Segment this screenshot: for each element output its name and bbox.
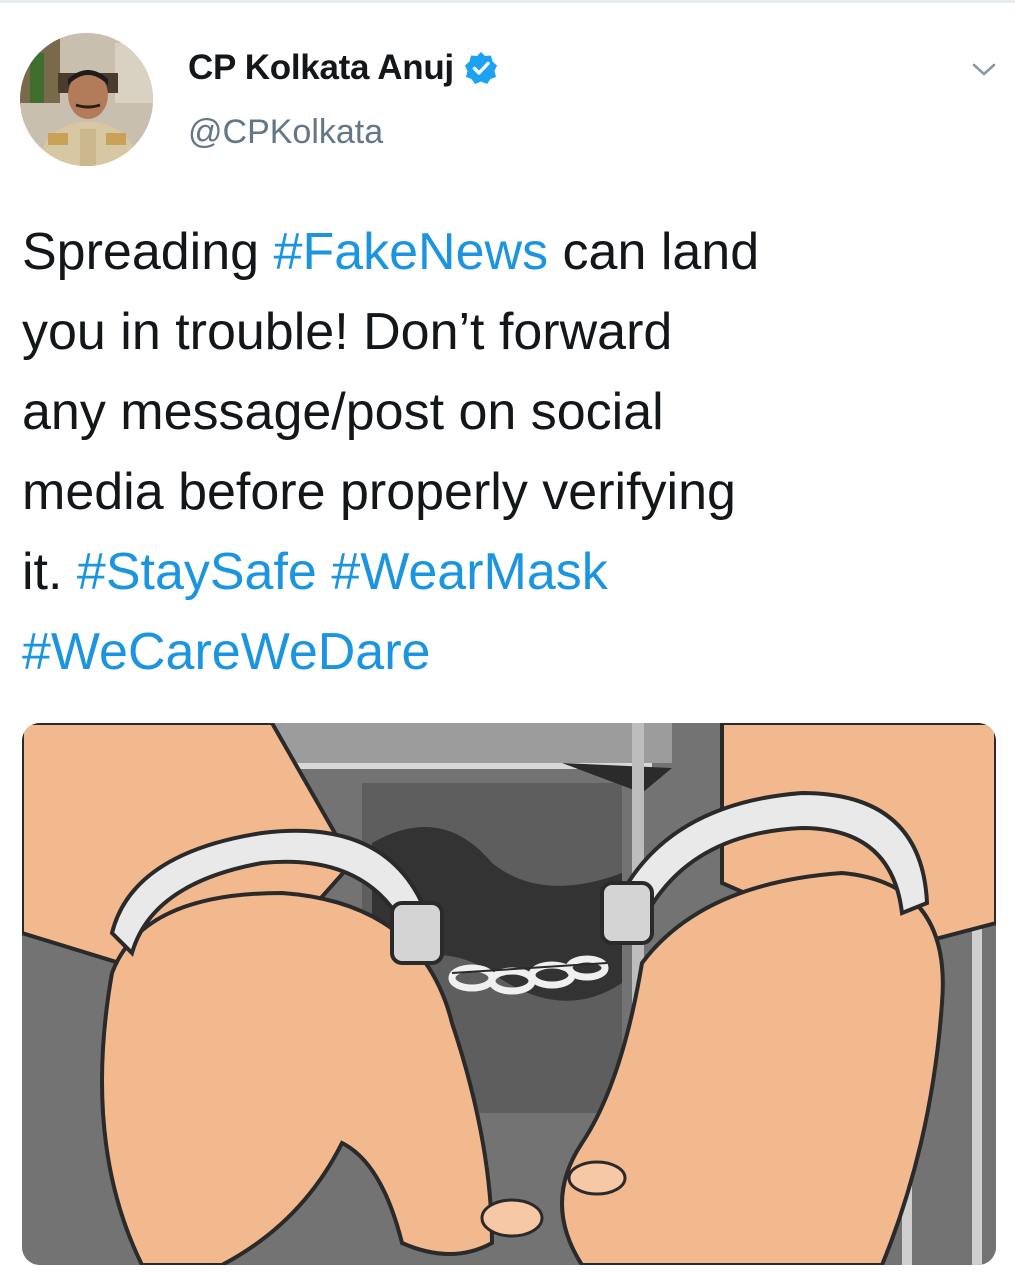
tweet-media-image[interactable]: [22, 723, 996, 1265]
tweet-text-line: it. #StaySafe #WearMask: [22, 532, 982, 612]
tweet-text-segment: you in trouble! Don’t forward: [22, 303, 673, 361]
tweet-text-line: Spreading #FakeNews can land: [22, 212, 982, 292]
officer-portrait-avatar-icon: [20, 33, 153, 166]
top-divider: [0, 0, 1015, 3]
author-display-name[interactable]: CP Kolkata Anuj: [188, 48, 454, 88]
tweet-text-line: any message/post on social: [22, 372, 982, 452]
tweet-menu-button[interactable]: [968, 56, 1000, 84]
hashtag-link[interactable]: #FakeNews: [274, 223, 549, 281]
hashtag-link[interactable]: #WearMask: [331, 543, 607, 601]
author-handle[interactable]: @CPKolkata: [188, 113, 383, 152]
tweet-text-segment: media before properly verifying: [22, 463, 736, 521]
tweet-text-segment: Spreading: [22, 223, 274, 281]
tweet-text-segment: can land: [548, 223, 760, 281]
tweet-text-segment: it.: [22, 543, 77, 601]
verified-badge-icon: [464, 52, 497, 84]
tweet-text-segment: any message/post on social: [22, 383, 664, 441]
avatar[interactable]: [20, 33, 153, 166]
tweet-text-segment: [317, 543, 331, 601]
tweet-text-line: you in trouble! Don’t forward: [22, 292, 982, 372]
tweet-text: Spreading #FakeNews can land you in troub…: [22, 212, 982, 692]
tweet-text-line: #WeCareWeDare: [22, 612, 982, 692]
hashtag-link[interactable]: #WeCareWeDare: [22, 623, 430, 681]
author-name-row[interactable]: CP Kolkata Anuj: [188, 48, 498, 88]
chevron-down-icon: [972, 63, 996, 76]
handcuffed-hands-illustration-icon: [22, 723, 996, 1265]
hashtag-link[interactable]: #StaySafe: [77, 543, 317, 601]
tweet-text-line: media before properly verifying: [22, 452, 982, 532]
